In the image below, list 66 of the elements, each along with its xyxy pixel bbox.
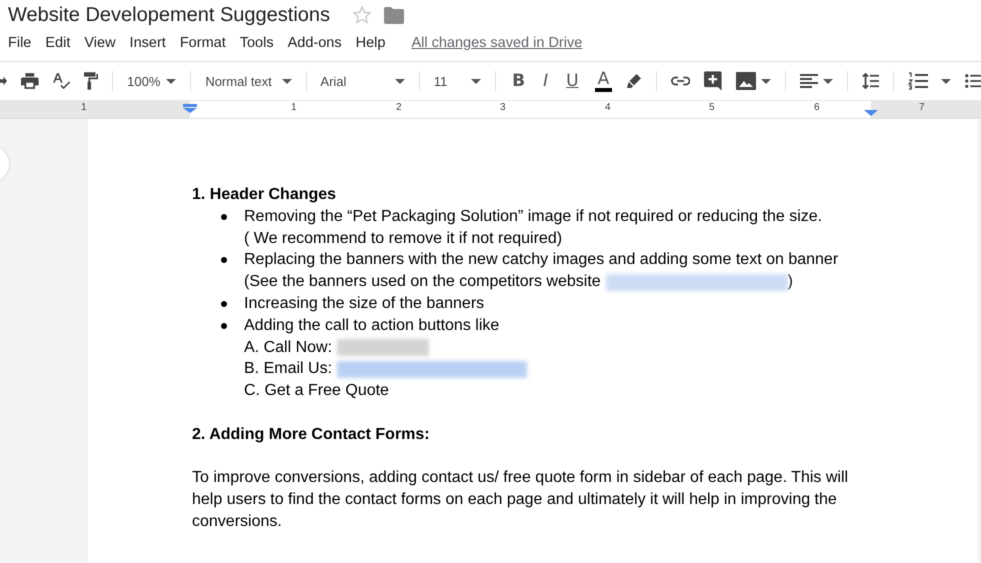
bullet-icon [221, 300, 227, 307]
indent-marker-icon[interactable] [864, 110, 878, 116]
list-text: Adding the call to action buttons like [244, 316, 500, 336]
caret-icon [941, 78, 952, 84]
ruler-number: 3 [500, 102, 506, 113]
italic-button[interactable]: I [541, 71, 550, 91]
menu-item[interactable]: Tools [232, 35, 281, 51]
menu-item[interactable]: Insert [122, 35, 173, 51]
section-heading: 2. Adding More Contact Forms: [192, 424, 431, 445]
font-dropdown[interactable]: Arial [320, 74, 405, 88]
caret-icon [822, 78, 833, 84]
menu-item[interactable]: Edit [38, 35, 78, 51]
align-button[interactable] [800, 74, 833, 88]
paint-format-icon[interactable] [84, 71, 98, 91]
line-spacing-icon[interactable] [862, 72, 880, 90]
list-text: ) [788, 272, 793, 292]
print-icon[interactable] [21, 72, 39, 90]
list-text: A. Call Now: [244, 338, 332, 358]
ruler-number: 2 [396, 102, 402, 113]
bold-button[interactable]: B [510, 71, 528, 91]
underline-button[interactable]: U [564, 71, 581, 91]
paragraph: To improve conversions, adding contact us/ free quote form in sidebar of each page. This will help users to find the contact forms on each page and ultimately it will help in improving the conversions. [192, 468, 850, 532]
ruler-number: 1 [291, 102, 297, 113]
save-status-link[interactable]: All changes saved in Drive [411, 35, 582, 51]
list-text: ( We recommend to remove it if not required) [244, 228, 562, 249]
list-text: Increasing the size of the banners [244, 294, 484, 314]
bullet-icon [221, 322, 227, 329]
font-size-dropdown[interactable]: 11 [434, 74, 482, 88]
spellcheck-icon[interactable] [52, 71, 70, 91]
indent-marker-icon[interactable] [183, 104, 197, 113]
ruler-number: 4 [605, 102, 611, 113]
text-color-button[interactable]: A [594, 70, 612, 92]
folder-icon[interactable] [384, 6, 404, 24]
list-text: Replacing the banners with the new catchy images and adding some text on banner [244, 250, 838, 270]
caret-icon [471, 78, 482, 84]
bullet-icon [221, 214, 227, 220]
insert-image-button[interactable] [736, 72, 771, 90]
caret-icon [282, 78, 292, 84]
caret-icon [166, 78, 176, 84]
caret-icon [394, 78, 405, 84]
highlighter-icon[interactable] [626, 72, 642, 90]
add-comment-icon[interactable] [704, 70, 722, 92]
menu-item[interactable]: Format [172, 35, 233, 51]
redo-icon[interactable] [0, 74, 8, 88]
bullet-icon [221, 257, 227, 264]
list-text: Removing the “Pet Packaging Solution” image if not required or reducing the size. [244, 206, 822, 227]
link-icon[interactable] [670, 75, 690, 87]
style-dropdown[interactable]: Normal text [205, 74, 292, 88]
star-icon[interactable] [352, 5, 372, 25]
bulleted-list-icon[interactable] [965, 73, 981, 89]
menu-item[interactable]: View [77, 35, 123, 51]
ruler-number: 1 [81, 102, 87, 113]
zoom-dropdown[interactable]: 100% [127, 74, 176, 88]
menu-item[interactable]: File [1, 35, 38, 51]
menu-item[interactable]: Help [348, 35, 392, 51]
section-heading: 1. Header Changes [192, 185, 338, 205]
numbered-list-button[interactable] [908, 72, 952, 90]
menu-item[interactable]: Add-ons [280, 35, 349, 51]
caret-icon [760, 78, 771, 84]
ruler-number: 7 [919, 102, 925, 113]
list-text: C. Get a Free Quote [244, 381, 389, 402]
document-title[interactable]: Website Developement Suggestions [8, 4, 330, 26]
list-text: (See the banners used on the competitors website [244, 272, 601, 292]
ruler-number: 6 [814, 102, 820, 113]
ruler-number: 5 [709, 102, 715, 113]
list-text: B. Email Us: [244, 359, 332, 380]
